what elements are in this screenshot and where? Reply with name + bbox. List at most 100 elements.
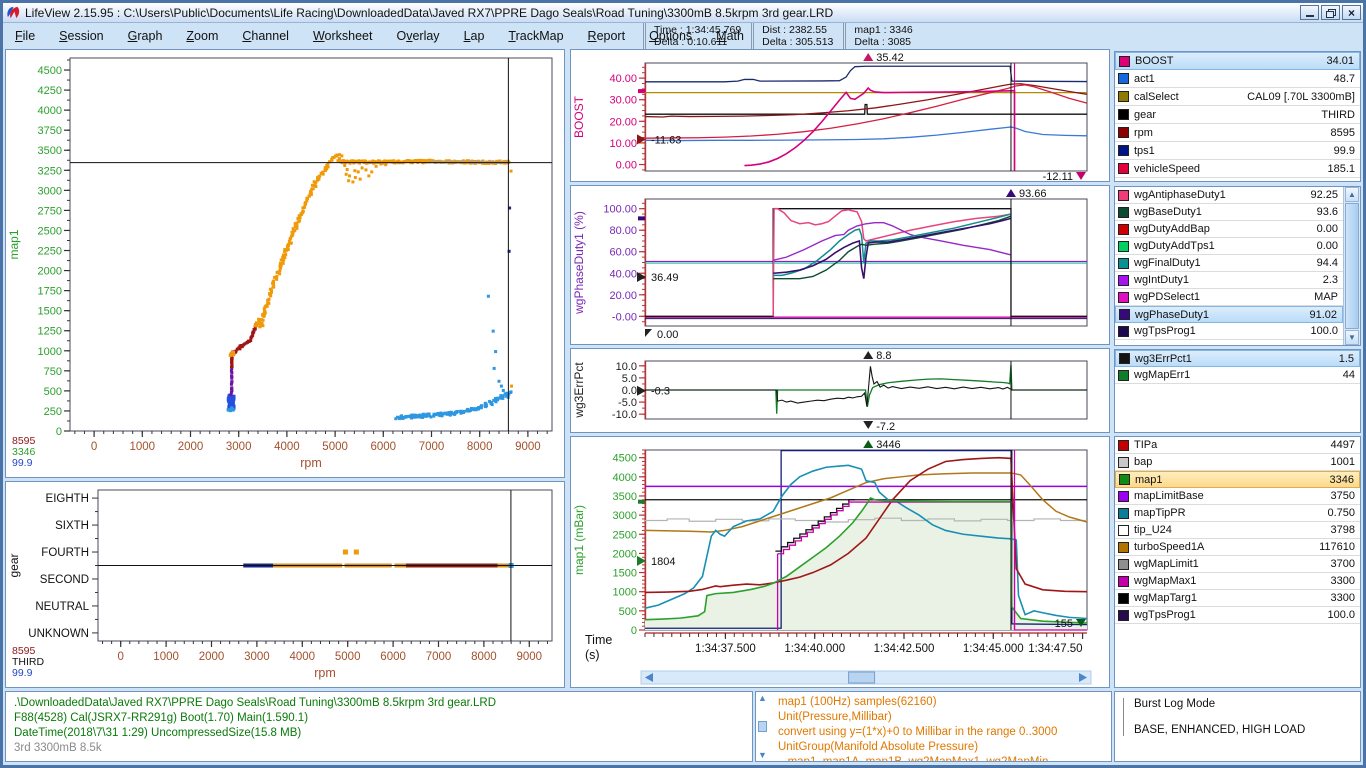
channel-value: 94.4 bbox=[1317, 257, 1343, 269]
channel-name: act1 bbox=[1134, 73, 1334, 85]
channel-value: MAP bbox=[1314, 291, 1343, 303]
window-title: LifeView 2.15.95 : C:\Users\Public\Docum… bbox=[25, 6, 1300, 20]
channel-row-wgDutyAddTps1[interactable]: wgDutyAddTps10.00 bbox=[1115, 238, 1343, 255]
channel-row-wgIntDuty1[interactable]: wgIntDuty12.3 bbox=[1115, 272, 1343, 289]
channel-row-TIPa[interactable]: TIPa4497 bbox=[1115, 437, 1360, 454]
scroll-down-icon[interactable]: ▼ bbox=[1345, 330, 1359, 345]
svg-text:2250: 2250 bbox=[38, 246, 62, 258]
channel-row-wgTpsProg1[interactable]: wgTpsProg1100.0 bbox=[1115, 323, 1343, 340]
channel-row-gear[interactable]: gearTHIRD bbox=[1115, 106, 1360, 124]
menu-item-file[interactable]: File bbox=[3, 25, 47, 47]
scroll-thumb[interactable] bbox=[758, 721, 767, 732]
channel-row-mapTipPR[interactable]: mapTipPR0.750 bbox=[1115, 505, 1360, 522]
channel-row-wgPDSelect1[interactable]: wgPDSelect1MAP bbox=[1115, 289, 1343, 306]
channel-row-tps1[interactable]: tps199.9 bbox=[1115, 142, 1360, 160]
channel-row-wgMapLimit1[interactable]: wgMapLimit13700 bbox=[1115, 556, 1360, 573]
channel-row-turboSpeed1A[interactable]: turboSpeed1A117610 bbox=[1115, 539, 1360, 556]
channel-row-wgMapTarg1[interactable]: wgMapTarg13300 bbox=[1115, 590, 1360, 607]
channel-color-swatch bbox=[1119, 353, 1130, 364]
channel-row-map1[interactable]: map13346 bbox=[1115, 471, 1360, 488]
channel-row-wgMapErr1[interactable]: wgMapErr144 bbox=[1115, 367, 1360, 384]
menu-item-trackmap[interactable]: TrackMap bbox=[496, 25, 575, 47]
svg-text:1:34:47.50: 1:34:47.50 bbox=[1028, 643, 1082, 655]
lifeview-logo-icon bbox=[6, 6, 21, 19]
minimize-button[interactable] bbox=[1300, 5, 1319, 20]
svg-text:gear: gear bbox=[7, 553, 21, 577]
scroll-down-icon[interactable]: ▼ bbox=[758, 750, 767, 760]
channel-info-scrollbar[interactable]: ▲ ▼ bbox=[756, 692, 769, 761]
svg-text:1500: 1500 bbox=[38, 306, 62, 318]
svg-text:2500: 2500 bbox=[613, 529, 637, 541]
channel-row-wgAntiphaseDuty1[interactable]: wgAntiphaseDuty192.25 bbox=[1115, 187, 1343, 204]
channel-value: 4497 bbox=[1331, 439, 1360, 451]
svg-text:3000: 3000 bbox=[226, 441, 252, 453]
svg-text:35.42: 35.42 bbox=[876, 52, 904, 64]
channel-row-wgBaseDuty1[interactable]: wgBaseDuty193.6 bbox=[1115, 204, 1343, 221]
channel-color-swatch bbox=[1118, 370, 1129, 381]
menu-item-session[interactable]: Session bbox=[47, 25, 115, 47]
gear-vs-rpm-chart[interactable]: UNKNOWNNEUTRALSECONDFOURTHSIXTHEIGHTH010… bbox=[5, 481, 565, 688]
svg-text:5000: 5000 bbox=[322, 441, 348, 453]
channel-row-BOOST[interactable]: BOOST34.01 bbox=[1115, 52, 1360, 70]
svg-text:-5.0: -5.0 bbox=[618, 397, 637, 409]
scroll-thumb[interactable] bbox=[1345, 203, 1359, 329]
menu-item-lap[interactable]: Lap bbox=[452, 25, 497, 47]
menu-item-overlay[interactable]: Overlay bbox=[384, 25, 451, 47]
channel-row-bap[interactable]: bap1001 bbox=[1115, 454, 1360, 471]
boost-time-chart[interactable]: 0.0010.0020.0030.0040.00-11.6335.42-12.1… bbox=[570, 49, 1110, 182]
close-button[interactable]: × bbox=[1342, 5, 1361, 20]
channel-name: wg3ErrPct1 bbox=[1135, 353, 1339, 365]
svg-text:250: 250 bbox=[44, 406, 62, 418]
svg-text:1000: 1000 bbox=[153, 651, 179, 663]
menu-item-channel[interactable]: Channel bbox=[230, 25, 301, 47]
channel-info-line: UnitGroup(Manifold Absolute Pressure) bbox=[778, 740, 1103, 755]
channel-info-line: map1 (100Hz) samples(62160) bbox=[778, 695, 1103, 710]
menu-item-zoom[interactable]: Zoom bbox=[174, 25, 230, 47]
channel-row-wgMapMax1[interactable]: wgMapMax13300 bbox=[1115, 573, 1360, 590]
channel-color-swatch bbox=[1119, 474, 1130, 485]
wg3errpct-time-chart[interactable]: -10.0-5.00.05.010.0-0.38.8-7.2wg3ErrPct bbox=[570, 348, 1110, 433]
channel-row-rpm[interactable]: rpm8595 bbox=[1115, 124, 1360, 142]
svg-text:2000: 2000 bbox=[613, 548, 637, 560]
scroll-up-icon[interactable]: ▲ bbox=[758, 693, 767, 703]
channel-value: 3798 bbox=[1331, 524, 1360, 536]
channel-value: 99.9 bbox=[1334, 145, 1360, 157]
menu-item-graph[interactable]: Graph bbox=[116, 25, 175, 47]
channel-color-swatch bbox=[1118, 91, 1129, 102]
channel-value: 3346 bbox=[1330, 474, 1359, 486]
channel-name: wgDutyAddBap bbox=[1134, 223, 1317, 235]
map1-time-chart[interactable]: 0500100015002000250030003500400045001:34… bbox=[570, 436, 1110, 688]
file-info-line: .\DownloadedData\Javed RX7\PPRE Dago Sea… bbox=[14, 696, 736, 711]
channel-name: wgMapLimit1 bbox=[1134, 558, 1331, 570]
svg-text:0: 0 bbox=[117, 651, 123, 663]
channel-row-wgFinalDuty1[interactable]: wgFinalDuty194.4 bbox=[1115, 255, 1343, 272]
channel-list-wgduty: wgAntiphaseDuty192.25wgBaseDuty193.6wgDu… bbox=[1114, 186, 1361, 346]
svg-text:4000: 4000 bbox=[274, 441, 300, 453]
svg-text:rpm: rpm bbox=[314, 666, 336, 680]
scroll-up-icon[interactable]: ▲ bbox=[1345, 187, 1359, 202]
channel-row-wgTpsProg1[interactable]: wgTpsProg1100.0 bbox=[1115, 607, 1360, 624]
wgphaseduty-time-chart[interactable]: -0.0020.0040.0060.0080.00100.0036.4993.6… bbox=[570, 185, 1110, 345]
channel-row-calSelect[interactable]: calSelectCAL09 [.70L 3300mB] bbox=[1115, 88, 1360, 106]
channel-row-act1[interactable]: act148.7 bbox=[1115, 70, 1360, 88]
map1-vs-rpm-scatter-chart[interactable]: 0250500750100012501500175020002250250027… bbox=[5, 49, 565, 478]
svg-text:SIXTH: SIXTH bbox=[55, 520, 89, 532]
channel-color-swatch bbox=[1118, 542, 1129, 553]
channel-row-tip_U24[interactable]: tip_U243798 bbox=[1115, 522, 1360, 539]
channel-list-scrollbar[interactable]: ▲ ▼ bbox=[1343, 187, 1360, 345]
channel-row-wg3ErrPct1[interactable]: wg3ErrPct11.5 bbox=[1115, 350, 1360, 367]
channel-row-vehicleSpeed[interactable]: vehicleSpeed185.1 bbox=[1115, 160, 1360, 178]
svg-text:1000: 1000 bbox=[130, 441, 156, 453]
channel-color-swatch bbox=[1118, 610, 1129, 621]
channel-list-errors: wg3ErrPct11.5wgMapErr144 bbox=[1114, 349, 1361, 433]
channel-color-swatch bbox=[1118, 491, 1129, 502]
svg-text:40.00: 40.00 bbox=[609, 73, 637, 85]
channel-row-mapLimitBase[interactable]: mapLimitBase3750 bbox=[1115, 488, 1360, 505]
channel-row-wgDutyAddBap[interactable]: wgDutyAddBap0.00 bbox=[1115, 221, 1343, 238]
svg-text:10.0: 10.0 bbox=[616, 361, 637, 373]
menu-item-worksheet[interactable]: Worksheet bbox=[301, 25, 385, 47]
menu-item-report[interactable]: Report bbox=[576, 25, 638, 47]
channel-row-wgPhaseDuty1[interactable]: wgPhaseDuty191.02 bbox=[1115, 306, 1343, 323]
svg-text:4000: 4000 bbox=[613, 472, 637, 484]
restore-button[interactable] bbox=[1321, 5, 1340, 20]
